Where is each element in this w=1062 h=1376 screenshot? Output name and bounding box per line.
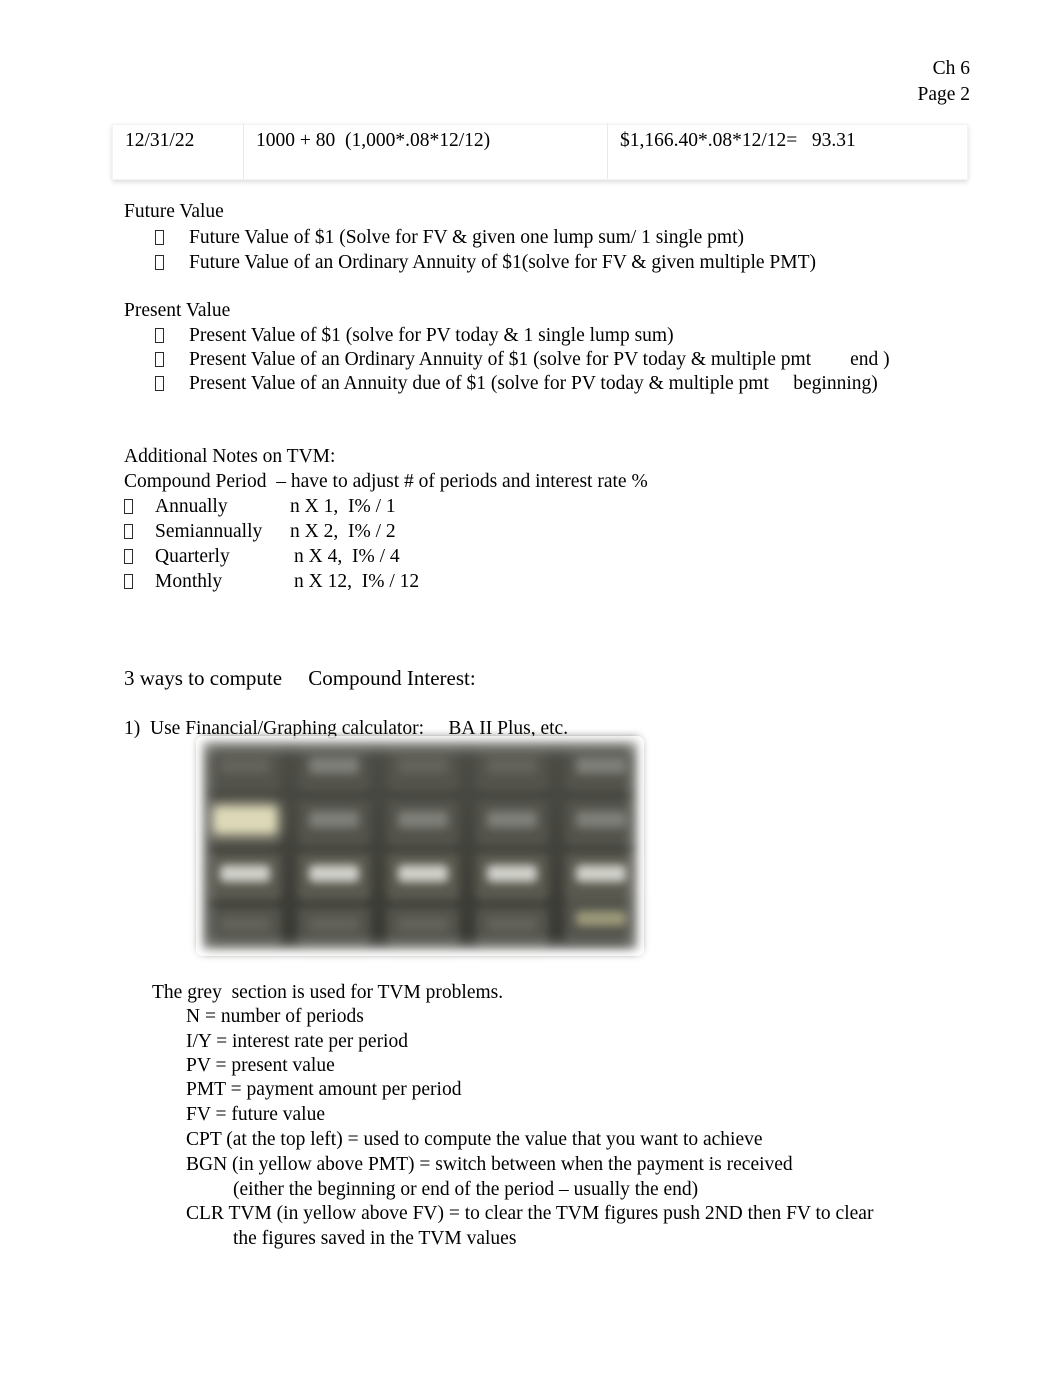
definition-pmt: PMT = payment amount per period [186,1079,462,1100]
list-item: Present Value of an Annuity due of $1 (s… [155,371,878,396]
amortization-table: 12/31/22 1000 + 80 (1,000*.08*12/12) $1,… [112,124,968,180]
table-cell-calculation: 1000 + 80 (1,000*.08*12/12) [243,124,608,180]
document-page: Ch 6 Page 2 12/31/22 1000 + 80 (1,000*.0… [0,0,1062,1376]
bullet-icon [155,250,189,275]
compound-label-3: Monthly [155,571,223,592]
bullet-icon [155,225,189,250]
definition-bgn-continuation: (either the beginning or end of the peri… [233,1179,699,1200]
table-row: 12/31/22 1000 + 80 (1,000*.08*12/12) $1,… [112,124,968,180]
future-value-heading: Future Value [124,201,224,222]
table-cell-date: 12/31/22 [112,124,244,180]
header-page-number: Page 2 [917,84,970,105]
definition-fv: FV = future value [186,1104,325,1125]
present-value-heading: Present Value [124,300,231,321]
compound-label-0: Annually [155,496,228,517]
compute-section-heading: 3 ways to compute Compound Interest: [124,666,476,690]
calculator-notes-intro: The grey section is used for TVM problem… [152,982,504,1003]
list-item: Future Value of $1 (Solve for FV & given… [155,225,744,250]
compound-formula-1: n X 2, I% / 2 [290,521,396,542]
present-value-item-1: Present Value of an Ordinary Annuity of … [189,349,890,370]
list-item: Monthly n X 12, I% / 12 [124,569,419,594]
bullet-icon [155,371,189,396]
list-item: Semiannually n X 2, I% / 2 [124,519,396,544]
future-value-item-1: Future Value of an Ordinary Annuity of $… [189,252,816,273]
compound-label-1: Semiannually [155,521,263,542]
definition-iy: I/Y = interest rate per period [186,1031,408,1052]
bullet-icon [155,323,189,348]
bullet-icon [155,347,189,372]
additional-notes-heading: Additional Notes on TVM: [124,446,336,467]
bullet-icon [124,519,155,544]
bullet-icon [124,544,155,569]
compound-label-2: Quarterly [155,546,230,567]
compound-formula-2: n X 4, I% / 4 [294,546,400,567]
page-header: Ch 6 Page 2 [917,56,970,108]
definition-bgn: BGN (in yellow above PMT) = switch betwe… [186,1154,793,1175]
list-item: Annually n X 1, I% / 1 [124,494,396,519]
definition-pv: PV = present value [186,1055,335,1076]
bullet-icon [124,569,155,594]
definition-clr-tvm-continuation: the figures saved in the TVM values [233,1228,517,1249]
future-value-item-0: Future Value of $1 (Solve for FV & given… [189,227,744,248]
list-item: Present Value of $1 (solve for PV today … [155,323,674,348]
list-item: Present Value of an Ordinary Annuity of … [155,347,890,372]
table-cell-result: $1,166.40*.08*12/12= 93.31 [607,124,968,180]
compound-period-subheading: Compound Period – have to adjust # of pe… [124,471,648,492]
definition-clr-tvm: CLR TVM (in yellow above FV) = to clear … [186,1203,874,1224]
definition-cpt: CPT (at the top left) = used to compute … [186,1129,763,1150]
definition-n: N = number of periods [186,1006,364,1027]
present-value-item-2: Present Value of an Annuity due of $1 (s… [189,373,878,394]
calculator-photo [200,738,640,952]
compound-formula-0: n X 1, I% / 1 [290,496,396,517]
bullet-icon [124,494,155,519]
compound-formula-3: n X 12, I% / 12 [294,571,420,592]
present-value-item-0: Present Value of $1 (solve for PV today … [189,325,674,346]
header-chapter: Ch 6 [932,58,970,79]
list-item: Future Value of an Ordinary Annuity of $… [155,250,816,275]
list-item: Quarterly n X 4, I% / 4 [124,544,400,569]
